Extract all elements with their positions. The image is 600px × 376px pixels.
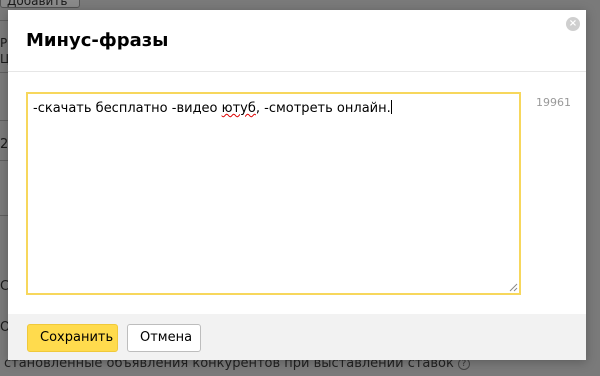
cancel-button[interactable]: Отмена (127, 324, 201, 352)
negative-phrases-dialog: × Минус-фразы -скачать бесплатно -видео … (8, 10, 586, 360)
save-button[interactable]: Сохранить (27, 324, 118, 352)
textarea-text-after: , -смотреть онлайн. (255, 101, 391, 116)
dialog-footer: Сохранить Отмена (8, 314, 586, 360)
background-add-button: Добавить (0, 0, 80, 8)
negative-phrases-textarea[interactable]: -скачать бесплатно -видео ютуб, -смотрет… (26, 92, 521, 295)
text-caret (390, 100, 392, 114)
dialog-title: Минус-фразы (26, 30, 169, 51)
textarea-text-before: -скачать бесплатно -видео (33, 101, 222, 116)
misspelled-word: ютуб (221, 101, 256, 116)
dialog-divider (8, 71, 586, 72)
close-icon[interactable]: × (566, 17, 580, 31)
resize-grip-icon[interactable] (509, 283, 518, 292)
textarea-content: -скачать бесплатно -видео ютуб, -смотрет… (33, 100, 392, 116)
char-counter: 19961 (536, 96, 571, 109)
